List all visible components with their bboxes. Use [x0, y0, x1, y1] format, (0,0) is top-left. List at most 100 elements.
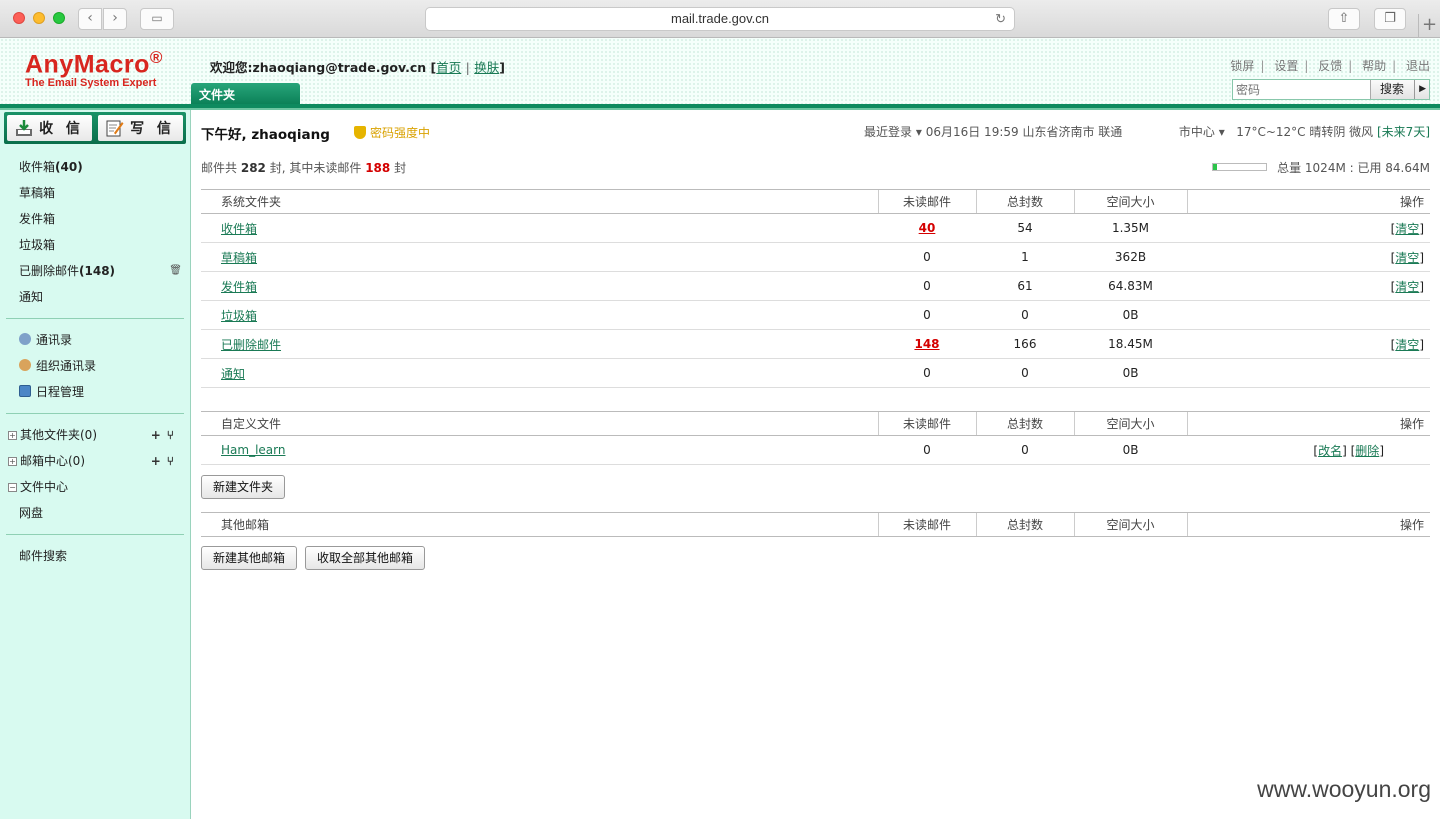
- add-mailbox-icon[interactable]: +⑂: [151, 448, 180, 474]
- last-login: 最近登录 ▾ 06月16日 19:59 山东省济南市 联通: [864, 125, 1123, 139]
- minimize-window-button[interactable]: [33, 12, 45, 24]
- sidebar-item-calendar[interactable]: 日程管理: [0, 379, 190, 405]
- folder-link[interactable]: 草稿箱: [221, 251, 257, 265]
- delete-link[interactable]: 删除: [1355, 444, 1379, 458]
- search-box: 搜索 ▶: [1232, 79, 1430, 100]
- tab-folders[interactable]: 文件夹: [191, 83, 300, 104]
- table-row: 发件箱 0 61 64.83M [清空]: [201, 271, 1430, 301]
- col-size: 空间大小: [1073, 189, 1187, 214]
- folder-size: 18.45M: [1074, 329, 1187, 359]
- empty-folder-link[interactable]: 清空: [1395, 251, 1419, 265]
- folder-link[interactable]: 收件箱: [221, 222, 257, 236]
- unread-link[interactable]: 148: [914, 337, 939, 351]
- search-options-icon[interactable]: ▶: [1414, 80, 1426, 99]
- receive-button[interactable]: 收 信: [7, 115, 92, 141]
- sidebar-item-contacts[interactable]: 通讯录: [0, 327, 190, 353]
- top-links: 锁屏 | 设置 | 反馈 | 帮助 | 退出: [1230, 59, 1430, 73]
- new-other-mailbox-button[interactable]: 新建其他邮箱: [201, 546, 298, 570]
- sidebar-item-notice[interactable]: 通知: [0, 284, 190, 310]
- sidebar-item-inbox[interactable]: 收件箱(40): [0, 154, 190, 180]
- address-bar[interactable]: mail.trade.gov.cn ↻: [425, 7, 1015, 31]
- settings-link[interactable]: 设置: [1274, 59, 1298, 73]
- sidebar-divider: [6, 413, 184, 414]
- calendar-icon: [19, 385, 31, 397]
- quota-bar: [1212, 163, 1268, 171]
- sidebar-item-junk[interactable]: 垃圾箱: [0, 232, 190, 258]
- contacts-icon: [19, 333, 31, 345]
- sidebar-item-file-center[interactable]: − 文件中心: [0, 474, 190, 500]
- reload-icon[interactable]: ↻: [995, 8, 1006, 30]
- sidebar-item-deleted[interactable]: 已删除邮件(148) 🗑: [0, 258, 190, 284]
- sidebar-item-drafts[interactable]: 草稿箱: [0, 180, 190, 206]
- sidebar-divider: [6, 534, 184, 535]
- sidebar-item-other-folders[interactable]: + 其他文件夹(0) +⑂: [0, 422, 190, 448]
- folder-link[interactable]: Ham_learn: [221, 443, 285, 457]
- folder-link[interactable]: 垃圾箱: [221, 309, 257, 323]
- col-unread: 未读邮件: [877, 189, 976, 214]
- total-count: 0: [976, 358, 1074, 388]
- tabs-overview-icon[interactable]: ❐: [1374, 8, 1406, 30]
- help-link[interactable]: 帮助: [1362, 59, 1386, 73]
- system-folders-table: 系统文件夹 未读邮件 总封数 空间大小 操作 收件箱 40 54 1.35M [清空] 草…: [201, 189, 1430, 388]
- collapse-icon[interactable]: −: [8, 483, 17, 492]
- skin-link[interactable]: 换肤: [474, 60, 499, 75]
- sidebar-item-org-contacts[interactable]: 组织通讯录: [0, 353, 190, 379]
- org-contacts-icon: [19, 359, 31, 371]
- folder-link[interactable]: 已删除邮件: [221, 338, 281, 352]
- empty-folder-link[interactable]: 清空: [1395, 338, 1419, 352]
- sidebar-item-sent[interactable]: 发件箱: [0, 206, 190, 232]
- share-icon[interactable]: ⇧: [1328, 8, 1360, 30]
- sidebar-toggle-icon[interactable]: ▭: [140, 8, 174, 30]
- col-size: 空间大小: [1073, 512, 1187, 537]
- empty-folder-link[interactable]: 清空: [1395, 280, 1419, 294]
- sidebar-item-mailbox-center[interactable]: + 邮箱中心(0) +⑂: [0, 448, 190, 474]
- logout-link[interactable]: 退出: [1406, 59, 1430, 73]
- col-other-mailboxes: 其他邮箱: [201, 512, 878, 537]
- zoom-window-button[interactable]: [53, 12, 65, 24]
- lock-link[interactable]: 锁屏: [1230, 59, 1254, 73]
- sidebar: 收 信 写 信 收件箱(40) 草稿箱 发件箱 垃圾箱 已删除邮件(148) 🗑…: [0, 110, 191, 819]
- total-count: 0: [976, 300, 1074, 330]
- sidebar-item-netdisk[interactable]: 网盘: [0, 500, 190, 526]
- feedback-link[interactable]: 反馈: [1318, 59, 1342, 73]
- forward-icon[interactable]: ›: [103, 8, 127, 30]
- browser-toolbar: ‹ › ▭ mail.trade.gov.cn ↻ ⇧ ❐ +: [0, 0, 1440, 38]
- col-total: 总封数: [975, 189, 1074, 214]
- sidebar-item-mail-search[interactable]: 邮件搜索: [0, 543, 190, 569]
- folder-size: 362B: [1074, 242, 1187, 272]
- table-row: 已删除邮件 148 166 18.45M [清空]: [201, 329, 1430, 359]
- table-row: 垃圾箱 0 0 0B: [201, 300, 1430, 330]
- empty-folder-link[interactable]: 清空: [1395, 222, 1419, 236]
- unread-link[interactable]: 40: [919, 221, 936, 235]
- new-tab-icon[interactable]: +: [1418, 14, 1440, 38]
- close-window-button[interactable]: [13, 12, 25, 24]
- chevron-down-icon: ▾: [915, 125, 922, 139]
- search-button[interactable]: 搜索 ▶: [1370, 80, 1429, 99]
- fetch-all-button[interactable]: 收取全部其他邮箱: [305, 546, 426, 570]
- folder-size: 64.83M: [1074, 271, 1187, 301]
- add-folder-icon[interactable]: +⑂: [151, 422, 180, 448]
- folder-link[interactable]: 发件箱: [221, 280, 257, 294]
- forecast-link[interactable]: [未来7天]: [1377, 125, 1430, 139]
- col-custom-folders: 自定义文件: [201, 411, 878, 436]
- trash-icon[interactable]: 🗑: [169, 258, 182, 284]
- col-size: 空间大小: [1073, 411, 1187, 436]
- total-count: 166: [976, 329, 1074, 359]
- back-icon[interactable]: ‹: [78, 8, 102, 30]
- password-strength[interactable]: 密码强度中: [354, 124, 430, 141]
- last-login-dropdown[interactable]: 最近登录 ▾: [864, 125, 922, 139]
- folder-link[interactable]: 通知: [221, 367, 245, 381]
- unread-count: 148: [878, 329, 976, 359]
- expand-icon[interactable]: +: [8, 457, 17, 466]
- receive-icon: [16, 120, 33, 136]
- search-input[interactable]: [1233, 80, 1370, 99]
- folder-size: 0B: [1074, 300, 1187, 330]
- row-actions: [清空]: [1187, 271, 1430, 301]
- new-folder-button[interactable]: 新建文件夹: [201, 475, 286, 499]
- write-button[interactable]: 写 信: [98, 115, 183, 141]
- home-link[interactable]: 首页: [436, 60, 461, 75]
- city-dropdown[interactable]: 市中心 ▾: [1179, 125, 1225, 139]
- unread-count: 0: [878, 435, 976, 465]
- rename-link[interactable]: 改名: [1318, 444, 1342, 458]
- expand-icon[interactable]: +: [8, 431, 17, 440]
